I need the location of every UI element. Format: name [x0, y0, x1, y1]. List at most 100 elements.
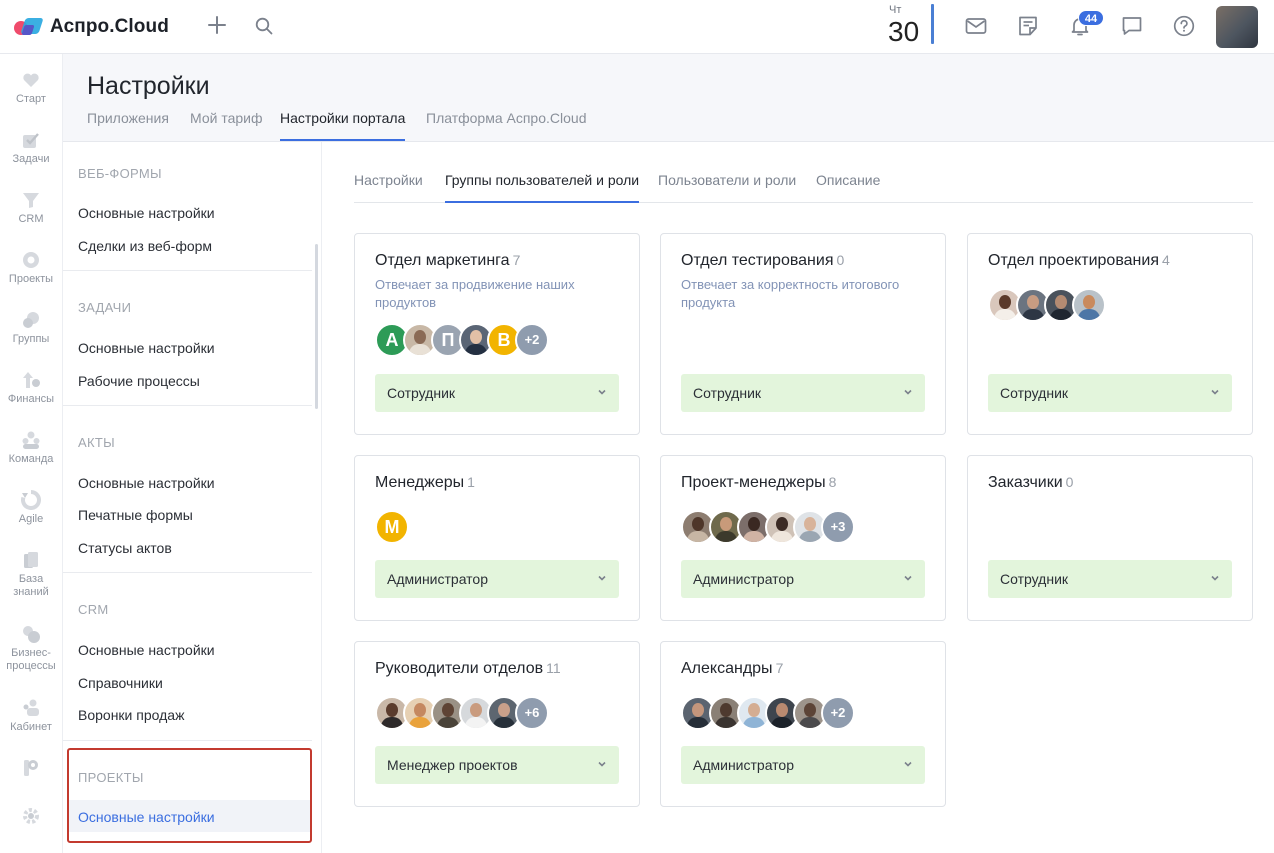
- rail-item-team[interactable]: Команда: [0, 430, 62, 466]
- sidebar-item-acts-statuses[interactable]: Статусы актов: [78, 540, 172, 556]
- group-card[interactable]: Отдел тестирования 0 Отвечает за корректн…: [660, 233, 946, 435]
- avatar[interactable]: М: [375, 510, 409, 544]
- sidebar-item-acts-print-forms[interactable]: Печатные формы: [78, 507, 193, 523]
- more-members-count[interactable]: +3: [821, 510, 855, 544]
- role-select[interactable]: Менеджер проектов: [375, 746, 619, 784]
- tab-my-plan[interactable]: Мой тариф: [190, 110, 262, 139]
- user-avatar[interactable]: [1216, 6, 1258, 48]
- more-members-count[interactable]: +2: [515, 323, 549, 357]
- role-value: Сотрудник: [387, 385, 456, 401]
- team-icon: [22, 431, 40, 449]
- group-name: Менеджеры: [375, 474, 465, 491]
- chevron-down-icon: [904, 389, 912, 395]
- rail-item-settings[interactable]: [0, 806, 62, 826]
- group-title: Руководители отделов 11: [375, 660, 561, 678]
- chevron-down-icon: [1211, 389, 1219, 395]
- tab-portal-settings[interactable]: Настройки портала: [280, 110, 406, 141]
- tab-apps[interactable]: Приложения: [87, 110, 169, 139]
- date-widget[interactable]: Чт 30: [885, 4, 935, 47]
- group-count: 11: [546, 660, 561, 676]
- sidebar-item-crm-directories[interactable]: Справочники: [78, 675, 163, 691]
- tasks-icon: [23, 133, 39, 148]
- member-avatars: А П В +2: [375, 323, 549, 357]
- sidebar-item-web-forms-deals[interactable]: Сделки из веб-форм: [78, 238, 212, 254]
- sidebar-item-tasks-workflows[interactable]: Рабочие процессы: [78, 373, 200, 389]
- group-name: Отдел тестирования: [681, 252, 834, 269]
- avatar[interactable]: [1072, 288, 1106, 322]
- group-card[interactable]: Заказчики 0 Сотрудник: [967, 455, 1253, 621]
- role-value: Сотрудник: [693, 385, 762, 401]
- search-icon[interactable]: [254, 16, 274, 36]
- rail-item-projects[interactable]: Проекты: [0, 250, 62, 286]
- group-card[interactable]: Александры 7 +2 Администратор: [660, 641, 946, 807]
- rail-label: Команда: [8, 453, 54, 465]
- tab-platform[interactable]: Платформа Аспро.Cloud: [426, 110, 586, 139]
- rail-item-agile[interactable]: Agile: [0, 490, 62, 526]
- chat-icon[interactable]: [1120, 14, 1144, 38]
- subtab-users-roles[interactable]: Пользователи и роли: [658, 172, 796, 201]
- divider: [63, 405, 312, 406]
- role-select[interactable]: Сотрудник: [988, 374, 1232, 412]
- group-card[interactable]: Отдел маркетинга 7 Отвечает за продвижени…: [354, 233, 640, 435]
- rail-item-tasks[interactable]: Задачи: [0, 130, 62, 166]
- sidebar-item-crm-main[interactable]: Основные настройки: [78, 642, 215, 658]
- role-value: Сотрудник: [1000, 385, 1069, 401]
- member-avatars: +6: [375, 696, 549, 730]
- chevron-down-icon: [904, 575, 912, 581]
- sidebar-scrollbar[interactable]: [315, 244, 318, 409]
- sidebar-item-crm-funnels[interactable]: Воронки продаж: [78, 707, 184, 723]
- group-name: Александры: [681, 660, 773, 677]
- mail-icon[interactable]: [964, 14, 988, 38]
- group-card[interactable]: Руководители отделов 11 +6 Менеджер проек…: [354, 641, 640, 807]
- notes-icon[interactable]: [1016, 14, 1040, 38]
- rail-item-business-processes[interactable]: Бизнес- процессы: [0, 624, 62, 673]
- rail-item-groups[interactable]: Группы: [0, 310, 62, 346]
- rail-item-finance[interactable]: Финансы: [0, 370, 62, 406]
- member-avatars: [988, 288, 1106, 322]
- role-select[interactable]: Администратор: [681, 746, 925, 784]
- group-count: 0: [1065, 474, 1074, 490]
- business-process-icon: [23, 626, 40, 643]
- chevron-down-icon: [598, 761, 606, 767]
- rail-item-crm[interactable]: CRM: [0, 190, 62, 226]
- divider: [63, 572, 312, 573]
- member-avatars: +3: [681, 510, 855, 544]
- rail-label: Финансы: [7, 393, 55, 405]
- group-title: Отдел маркетинга 7: [375, 252, 520, 270]
- subtab-description[interactable]: Описание: [816, 172, 880, 201]
- section-acts: АКТЫ: [78, 435, 115, 450]
- subtab-groups-roles[interactable]: Группы пользователей и роли: [445, 172, 640, 203]
- rail-item-knowledge[interactable]: База знаний: [0, 550, 62, 599]
- top-bar: Аспро.Cloud Чт 30 44: [0, 0, 1274, 54]
- group-card[interactable]: Менеджеры 1 М Администратор: [354, 455, 640, 621]
- subtab-settings[interactable]: Настройки: [354, 172, 423, 201]
- sidebar-item-tasks-main[interactable]: Основные настройки: [78, 340, 215, 356]
- group-card[interactable]: Проект-менеджеры 8 +3 Администратор: [660, 455, 946, 621]
- role-select[interactable]: Сотрудник: [988, 560, 1232, 598]
- role-select[interactable]: Администратор: [375, 560, 619, 598]
- highlight-frame: [67, 748, 312, 843]
- sidebar-item-web-forms-main[interactable]: Основные настройки: [78, 205, 215, 221]
- sidebar-item-acts-main[interactable]: Основные настройки: [78, 475, 215, 491]
- group-card[interactable]: Отдел проектирования 4 Сотрудник: [967, 233, 1253, 435]
- rail-label: CRM: [18, 213, 44, 225]
- rail-item-start[interactable]: Старт: [0, 70, 62, 106]
- group-title: Александры 7: [681, 660, 783, 678]
- more-members-count[interactable]: +2: [821, 696, 855, 730]
- rail-item-pinned[interactable]: [0, 758, 62, 778]
- group-count: 1: [467, 474, 475, 490]
- group-title: Менеджеры 1: [375, 474, 475, 492]
- more-members-count[interactable]: +6: [515, 696, 549, 730]
- rail-item-cabinet[interactable]: Кабинет: [0, 698, 62, 734]
- plus-icon[interactable]: [206, 14, 228, 36]
- heart-icon: [23, 73, 39, 87]
- role-select[interactable]: Сотрудник: [681, 374, 925, 412]
- section-crm: CRM: [78, 602, 109, 617]
- role-select[interactable]: Администратор: [681, 560, 925, 598]
- role-select[interactable]: Сотрудник: [375, 374, 619, 412]
- role-value: Сотрудник: [1000, 571, 1069, 587]
- app-logo[interactable]: Аспро.Cloud: [14, 16, 169, 38]
- help-icon[interactable]: [1172, 14, 1196, 38]
- group-description: Отвечает за корректность итогового проду…: [681, 277, 900, 310]
- agile-icon: [21, 490, 41, 510]
